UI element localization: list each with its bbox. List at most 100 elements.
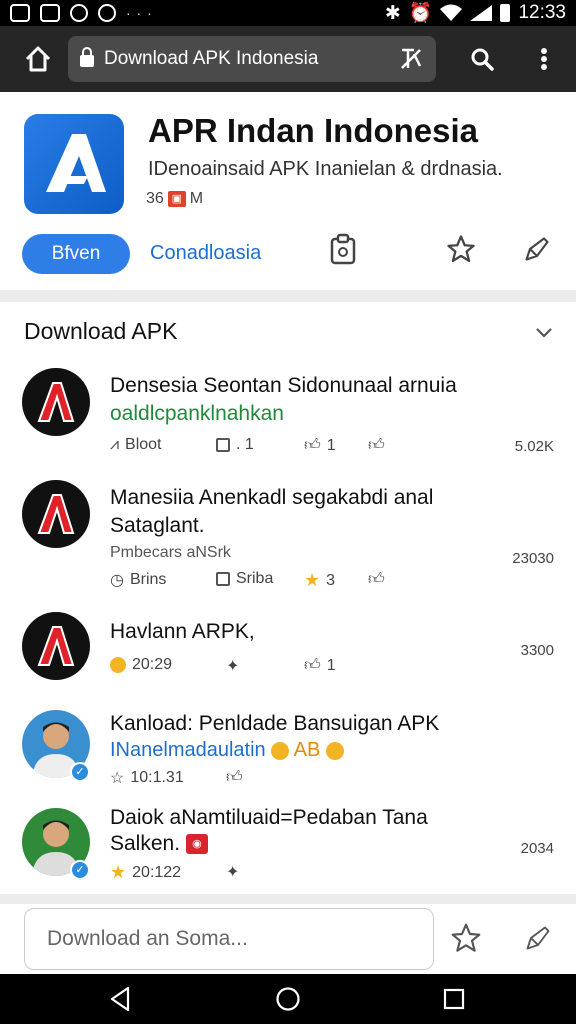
section-title: Download APK xyxy=(24,318,178,344)
app-logo-icon xyxy=(37,494,75,534)
item-title-line2: Salken. ◉ xyxy=(110,830,208,858)
rating-stat: ★ 3 xyxy=(304,570,336,590)
comments-stat: Sriba xyxy=(216,570,273,588)
home-icon xyxy=(25,46,51,72)
app-meta: 36 ▣ M xyxy=(146,190,203,208)
thumbs-up-filled-icon[interactable]: 👍︎ xyxy=(226,768,243,787)
app-logo-icon xyxy=(37,626,75,666)
browser-toolbar: Download APK Indonesia xyxy=(0,26,576,92)
search-icon xyxy=(471,48,494,71)
thumbs-up-icon: 👍︎ xyxy=(304,657,321,674)
item-size: 3300 xyxy=(520,642,554,659)
bottom-comment-bar: Download an Soma... xyxy=(0,904,576,974)
favorite-button[interactable] xyxy=(448,920,484,956)
chart-icon: ⩘ xyxy=(110,436,120,453)
emoji-icon xyxy=(271,741,290,760)
home-nav-button[interactable] xyxy=(268,982,308,1016)
avatar xyxy=(22,480,90,548)
app-logo-icon xyxy=(24,114,124,214)
rating-badge-icon: ▣ xyxy=(167,191,186,207)
home-circle-icon xyxy=(276,987,300,1011)
signal-icon xyxy=(470,5,493,21)
app-title: APR Indan Indonesia xyxy=(148,112,479,149)
item-title: Kanload: Penldade Bansuigan APK xyxy=(110,712,440,735)
recents-button[interactable] xyxy=(434,982,474,1016)
pin-icon[interactable]: ✦ xyxy=(226,862,239,882)
star-filled-icon: ★ xyxy=(304,570,321,590)
no-translate-icon[interactable] xyxy=(398,46,424,72)
primary-action-button[interactable]: Bfven xyxy=(22,234,130,274)
comment-input[interactable]: Download an Soma... xyxy=(24,908,434,970)
bluetooth-icon: ✱ xyxy=(384,2,401,24)
time-stat: 20:29 xyxy=(110,656,172,674)
clipboard-icon xyxy=(330,233,356,265)
thumbs-up-filled-icon[interactable]: 👍︎ xyxy=(368,436,385,455)
recents-square-icon xyxy=(443,988,465,1010)
verified-badge-icon: ✓ xyxy=(70,860,90,880)
star-icon: ☆ xyxy=(110,770,125,787)
comment-icon xyxy=(216,572,230,586)
star-filled-icon: ★ xyxy=(110,862,127,882)
share-icon xyxy=(526,926,550,950)
gallery-notification-icon xyxy=(10,4,30,22)
back-button[interactable] xyxy=(100,982,140,1016)
download-link[interactable]: Conadloasia xyxy=(150,242,261,265)
url-text: Download APK Indonesia xyxy=(104,48,319,69)
lock-icon xyxy=(80,47,94,67)
item-title-line2: INanelmadaulatin AB xyxy=(110,736,344,764)
pin-icon[interactable]: ✦ xyxy=(226,656,239,676)
item-size: 5.02K xyxy=(514,438,554,455)
overflow-menu-button[interactable] xyxy=(514,26,574,92)
more-vert-icon xyxy=(541,48,547,70)
likes-stat[interactable]: 👍︎ 1 xyxy=(304,656,336,675)
home-button[interactable] xyxy=(8,26,68,92)
time-stat: ◷ Brins xyxy=(110,571,167,589)
more-notifications: · · · xyxy=(126,5,153,21)
url-bar[interactable]: Download APK Indonesia xyxy=(68,36,436,82)
alarm-icon: ⏰ xyxy=(408,3,433,24)
clipboard-button[interactable] xyxy=(326,232,360,266)
status-bar: · · · ✱ ⏰ 12:33 xyxy=(0,0,576,26)
comment-icon xyxy=(216,438,230,452)
meta-letter: M xyxy=(189,190,204,207)
meta-count: 36 xyxy=(146,190,164,207)
chevron-down-icon[interactable] xyxy=(534,322,554,342)
item-size: 2034 xyxy=(520,840,554,857)
navigation-bar xyxy=(0,974,576,1024)
star-icon xyxy=(447,235,475,262)
item-subtitle: Pmbecars aNSrk xyxy=(110,544,231,561)
item-title-line2: Sataglant. xyxy=(110,514,205,537)
clock-icon: ◷ xyxy=(110,572,124,589)
share-icon xyxy=(525,237,549,261)
rating-stat: ☆ 10:1.31 xyxy=(110,769,184,787)
likes-stat[interactable]: 👍︎ 1 xyxy=(304,436,336,455)
clock: 12:33 xyxy=(518,2,566,23)
avatar xyxy=(22,612,90,680)
item-title: Densesia Seontan Sidonunaal arnuia xyxy=(110,374,457,397)
views-stat: ⩘ Bloot xyxy=(110,436,162,453)
share-button[interactable] xyxy=(520,920,556,956)
coin-icon xyxy=(110,657,126,673)
item-title: Daiok aNamtiluaid=Pedaban Tana xyxy=(110,806,428,829)
app-logo-icon xyxy=(37,382,75,422)
item-size: 23030 xyxy=(512,550,554,567)
avatar xyxy=(22,368,90,436)
share-button[interactable] xyxy=(520,232,554,266)
thumbs-up-filled-icon[interactable]: 👍︎ xyxy=(368,570,385,589)
app-subtitle: IDenoainsaid APK Inanielan & drdnasia. xyxy=(148,158,503,180)
download-list-section: Download APK Densesia Seontan Sidonunaal… xyxy=(0,302,576,894)
battery-icon xyxy=(500,4,511,22)
item-title: Manesiia Anenkadl segakabdi anal xyxy=(110,486,434,509)
emoji-icon xyxy=(325,741,344,760)
thumbs-up-icon: 👍︎ xyxy=(304,437,321,454)
comments-stat: . 1 xyxy=(216,436,254,454)
rating-stat: ★ 20:122 xyxy=(110,862,182,882)
message-notification-icon xyxy=(98,4,116,22)
wifi-icon xyxy=(440,4,463,21)
app-header-card: APR Indan Indonesia IDenoainsaid APK Ina… xyxy=(0,92,576,290)
search-button[interactable] xyxy=(452,26,512,92)
bag-notification-icon xyxy=(40,4,60,22)
favorite-button[interactable] xyxy=(444,232,478,266)
item-title-line2: oaldlcpanklnahkan xyxy=(110,402,284,425)
alert-badge-icon: ◉ xyxy=(185,834,208,855)
